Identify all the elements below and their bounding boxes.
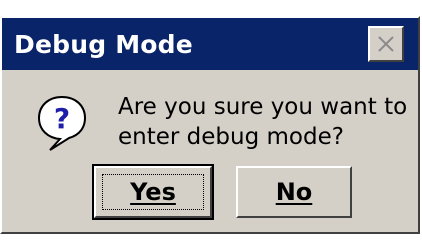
no-button-label: No xyxy=(275,178,313,206)
svg-text:?: ? xyxy=(54,102,70,135)
question-icon: ? xyxy=(36,94,88,152)
message-line-2: enter debug mode? xyxy=(118,124,344,150)
no-button[interactable]: No xyxy=(236,166,352,218)
close-icon xyxy=(378,36,394,52)
close-button[interactable] xyxy=(368,26,404,62)
dialog-title: Debug Mode xyxy=(14,29,193,59)
debug-mode-dialog: Debug Mode ? Are you sure you want to en… xyxy=(0,16,420,234)
yes-button[interactable]: Yes xyxy=(92,164,214,220)
yes-button-label: Yes xyxy=(130,178,176,206)
dialog-message: Are you sure you want to enter debug mod… xyxy=(118,92,408,152)
title-bar[interactable]: Debug Mode xyxy=(2,18,418,70)
message-line-1: Are you sure you want to xyxy=(118,94,408,120)
